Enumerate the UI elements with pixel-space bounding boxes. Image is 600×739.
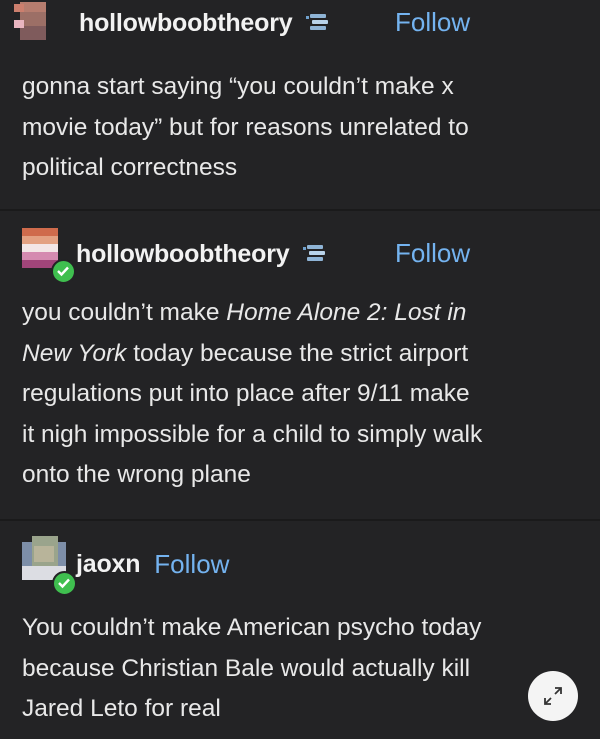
follow-button[interactable]: Follow [395,7,470,38]
post-text-line: You couldn’t make American psycho today [22,614,482,641]
avatar[interactable] [6,2,56,40]
post-1: hollowboobtheory Follow gonna start sayi… [0,0,600,210]
post-2: hollowboobtheory Follow you couldn’t mak… [0,211,600,519]
post-body: you couldn’t make Home Alone 2: Lost in … [22,293,582,496]
stack-icon [303,243,329,265]
post-text-segment: today because the strict airport [126,339,469,367]
post-text-line: gonna start saying “you couldn’t make x [22,73,454,100]
username[interactable]: jaoxn [76,550,140,579]
post-header: hollowboobtheory [79,5,332,41]
follow-button[interactable]: Follow [395,238,470,269]
post-text-line: Jared Leto for real [22,695,221,722]
post-header: hollowboobtheory [76,236,329,272]
movie-title-italic: Home Alone 2: Lost in [226,299,467,326]
username[interactable]: hollowboobtheory [79,9,293,38]
check-badge-icon [51,259,76,284]
check-badge-icon [52,571,77,596]
post-body: You couldn’t make American psycho today … [22,608,582,730]
username[interactable]: hollowboobtheory [76,240,290,269]
post-text-segment: you couldn’t make [22,299,227,326]
post-text-line: New York today because the strict airpor… [22,334,582,375]
post-body: gonna start saying “you couldn’t make x … [22,67,582,189]
post-3: jaoxn Follow You couldn’t make American … [0,521,600,739]
post-header: jaoxn Follow [76,546,229,582]
post-text-line: onto the wrong plane [22,461,251,488]
post-text-line: it nigh impossible for a child to simply… [22,420,483,448]
expand-button[interactable] [528,671,578,721]
expand-icon [542,685,564,707]
post-text-line: political correctness [22,154,238,181]
post-text-line: movie today” but for reasons unrelated t… [22,113,469,141]
follow-button[interactable]: Follow [154,549,229,580]
stack-icon [306,12,332,34]
post-text-line: because Christian Bale would actually ki… [22,654,471,682]
post-text-line: you couldn’t make Home Alone 2: Lost in [22,293,582,334]
movie-title-italic: New York [22,339,127,367]
post-text-line: regulations put into place after 9/11 ma… [22,380,470,407]
